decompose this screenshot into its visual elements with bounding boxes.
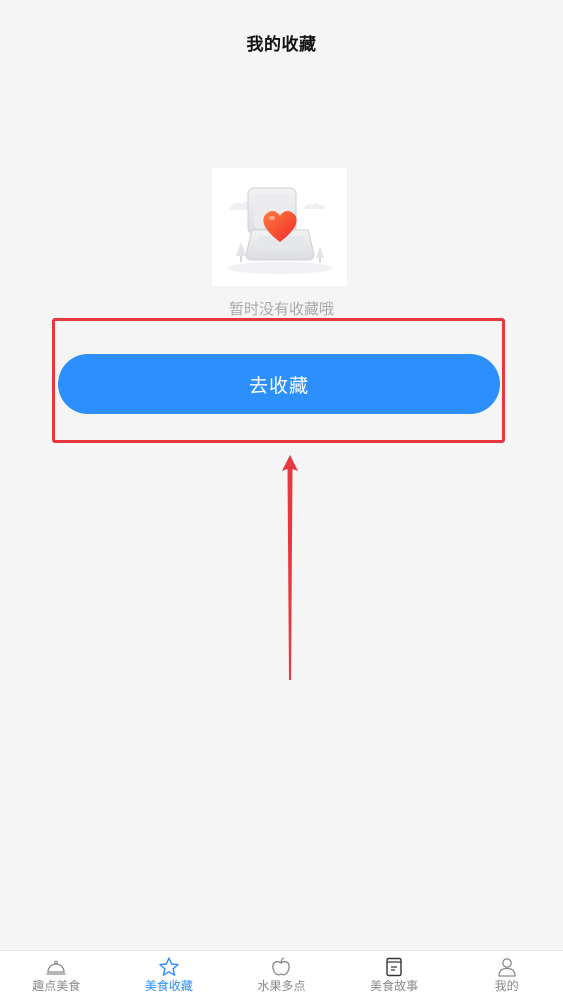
tab-label: 美食故事	[370, 979, 419, 993]
heart-box-icon	[228, 187, 332, 274]
nav-header: 我的收藏	[0, 0, 563, 84]
tab-food-stories[interactable]: 美食故事	[338, 951, 451, 995]
apple-icon	[272, 957, 291, 976]
go-favorite-button[interactable]: 去收藏	[58, 354, 500, 414]
book-icon	[386, 957, 402, 977]
favorites-page: 我的收藏 暂时没有收藏哦 去收藏 趣点美食 美食收藏 水果多点 美食故事 我的	[0, 0, 563, 995]
empty-message: 暂时没有收藏哦	[228, 300, 334, 318]
tab-label: 趣点美食	[32, 979, 81, 993]
tab-label: 美食收藏	[144, 979, 193, 993]
tab-label: 我的	[494, 979, 519, 993]
tab-food-favorites[interactable]: 美食收藏	[113, 951, 226, 995]
tab-fruit[interactable]: 水果多点	[225, 951, 338, 995]
page-title: 我的收藏	[246, 34, 317, 55]
annotation-arrow-icon	[282, 455, 298, 680]
star-icon	[159, 957, 179, 976]
bottom-tab-bar: 趣点美食 美食收藏 水果多点 美食故事 我的	[0, 950, 563, 995]
tab-mine[interactable]: 我的	[450, 951, 563, 995]
person-icon	[498, 958, 516, 977]
cloche-icon	[46, 960, 66, 975]
empty-favorites-illustration	[212, 168, 347, 286]
tab-label: 水果多点	[257, 979, 306, 993]
tab-quick-food[interactable]: 趣点美食	[0, 951, 113, 995]
